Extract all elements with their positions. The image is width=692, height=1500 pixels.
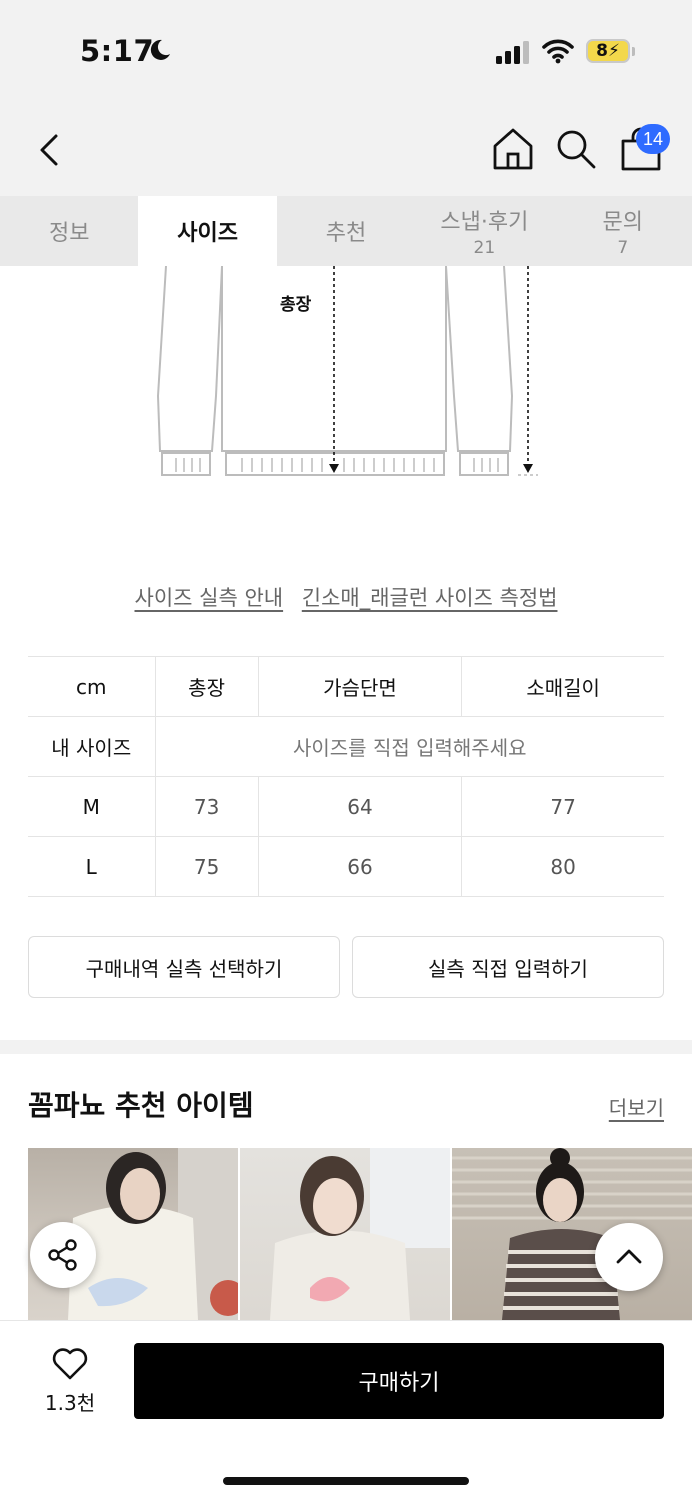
table-row: M 73 64 77 [28, 776, 664, 837]
cart-count-badge: 14 [636, 124, 670, 154]
tab-info[interactable]: 정보 [0, 196, 138, 266]
tab-recommend[interactable]: 추천 [277, 196, 415, 266]
garment-size-illustration: 총장 [0, 265, 692, 516]
header-chest: 가슴단면 [257, 656, 462, 717]
tab-count: 7 [617, 238, 629, 258]
bottom-purchase-bar: 1.3천 구매하기 [0, 1320, 692, 1500]
product-image[interactable] [452, 1148, 692, 1320]
top-navigation [0, 100, 692, 196]
section-divider [0, 1040, 692, 1054]
tab-label: 정보 [48, 221, 90, 246]
header-unit: cm [28, 656, 156, 717]
sleeve-value: 80 [461, 836, 664, 897]
like-button[interactable]: 1.3천 [40, 1347, 100, 1417]
size-label: L [28, 836, 156, 897]
measure-method-link[interactable]: 긴소매_래글런 사이즈 측정법 [302, 586, 558, 610]
search-icon[interactable] [554, 126, 598, 172]
manual-measure-input-button[interactable]: 실측 직접 입력하기 [352, 936, 664, 998]
size-table: cm 총장 가슴단면 소매길이 내 사이즈 사이즈를 직접 입력해주세요 M 7… [28, 656, 664, 897]
recommend-section-title: 꼼파뇨 추천 아이템 [28, 1089, 254, 1122]
my-size-input[interactable]: 사이즈를 직접 입력해주세요 [155, 716, 664, 777]
share-icon [48, 1239, 77, 1271]
moon-icon [150, 39, 170, 60]
sleeve-value: 77 [461, 776, 664, 837]
size-guide-links: 사이즈 실측 안내 긴소매_래글런 사이즈 측정법 [0, 582, 692, 612]
share-button[interactable] [30, 1222, 96, 1288]
length-value: 73 [155, 776, 259, 837]
heart-icon [52, 1348, 88, 1380]
wifi-icon [542, 39, 574, 64]
header-length: 총장 [155, 656, 259, 717]
product-tabs: 정보 사이즈 추천 스냅·후기 21 문의 7 [0, 196, 692, 266]
chest-value: 66 [257, 836, 462, 897]
tab-label: 문의 [602, 210, 643, 235]
recommended-items-carousel [28, 1148, 692, 1320]
product-image[interactable] [240, 1148, 450, 1320]
see-more-link[interactable]: 더보기 [609, 1092, 664, 1121]
size-label: M [28, 776, 156, 837]
back-button[interactable] [30, 128, 70, 172]
chevron-up-icon [616, 1249, 642, 1264]
scroll-top-button[interactable] [595, 1223, 663, 1291]
battery-cap [632, 47, 635, 56]
status-time: 5:17 [80, 34, 155, 68]
tab-label: 사이즈 [177, 221, 238, 246]
size-guide-link[interactable]: 사이즈 실측 안내 [135, 586, 284, 610]
battery-level: 8⚡ [596, 41, 620, 61]
status-bar: 5:17 8⚡ [0, 0, 692, 100]
like-count: 1.3천 [44, 1391, 96, 1415]
battery-icon: 8⚡ [586, 39, 630, 63]
tab-size[interactable]: 사이즈 [138, 196, 277, 266]
tab-label: 스냅·후기 [440, 210, 529, 235]
tab-snap-review[interactable]: 스냅·후기 21 [415, 196, 553, 266]
sweatshirt-diagram [156, 265, 538, 476]
table-row: L 75 66 80 [28, 836, 664, 897]
signal-icon [496, 41, 529, 64]
chest-value: 64 [257, 776, 462, 837]
purchase-history-measure-button[interactable]: 구매내역 실측 선택하기 [28, 936, 340, 998]
my-size-label: 내 사이즈 [28, 716, 156, 777]
length-value: 75 [155, 836, 259, 897]
tab-label: 추천 [325, 221, 367, 246]
tab-count: 21 [473, 238, 496, 258]
tab-inquiry[interactable]: 문의 7 [554, 196, 692, 266]
buy-button[interactable]: 구매하기 [134, 1343, 664, 1419]
my-size-row: 내 사이즈 사이즈를 직접 입력해주세요 [28, 716, 664, 777]
table-header-row: cm 총장 가슴단면 소매길이 [28, 656, 664, 717]
header-sleeve: 소매길이 [461, 656, 664, 717]
home-icon[interactable] [490, 126, 536, 172]
home-indicator [223, 1477, 469, 1485]
length-label: 총장 [280, 295, 312, 315]
